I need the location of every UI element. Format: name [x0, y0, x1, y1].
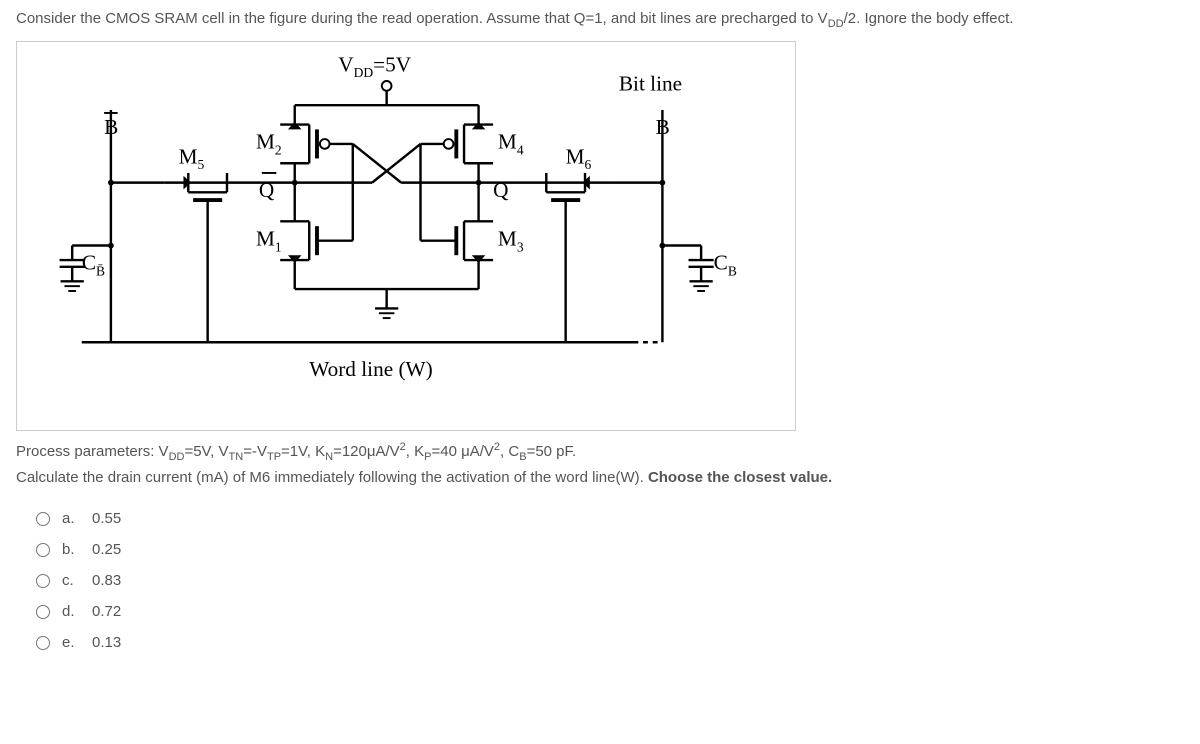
question-cont: /2. Ignore the body effect.: [844, 10, 1014, 27]
radio-e[interactable]: [36, 636, 50, 650]
option-a[interactable]: a. 0.55: [36, 510, 1184, 527]
m5-label: M5: [179, 144, 205, 172]
option-e[interactable]: e. 0.13: [36, 634, 1184, 651]
option-value-c: 0.83: [92, 572, 121, 589]
question-intro-text: Consider the CMOS SRAM cell in the figur…: [16, 10, 828, 27]
option-value-b: 0.25: [92, 541, 121, 558]
cbbar-label: CB̄: [82, 250, 105, 278]
vdd-node: [382, 81, 392, 91]
question-sub: DD: [828, 18, 844, 30]
option-letter-d: d.: [62, 603, 78, 620]
wordline-label: Word line (W): [309, 357, 432, 381]
circuit-svg: VDD=5V M2 M4 Q: [37, 52, 775, 410]
question-intro: Consider the CMOS SRAM cell in the figur…: [16, 8, 1184, 33]
option-letter-a: a.: [62, 510, 78, 527]
parameters-line1: Process parameters: VDD=5V, VTN=-VTP=1V,…: [16, 439, 1184, 467]
m1-label: M1: [256, 226, 282, 254]
options-list: a. 0.55 b. 0.25 c. 0.83 d. 0.72 e. 0.13: [36, 510, 1184, 651]
parameters: Process parameters: VDD=5V, VTN=-VTP=1V,…: [16, 439, 1184, 491]
option-value-e: 0.13: [92, 634, 121, 651]
option-value-a: 0.55: [92, 510, 121, 527]
vdd-text: VDD=5V: [338, 52, 412, 80]
m2-label: M2: [256, 129, 282, 157]
option-value-d: 0.72: [92, 603, 121, 620]
option-letter-b: b.: [62, 541, 78, 558]
option-d[interactable]: d. 0.72: [36, 603, 1184, 620]
option-letter-e: e.: [62, 634, 78, 651]
parameters-line2: Calculate the drain current (mA) of M6 i…: [16, 466, 1184, 490]
bitline-label: Bit line: [619, 71, 682, 95]
m3-label: M3: [498, 226, 524, 254]
m4-label: M4: [498, 129, 524, 157]
b-label: B: [656, 115, 670, 139]
radio-b[interactable]: [36, 543, 50, 557]
option-b[interactable]: b. 0.25: [36, 541, 1184, 558]
m6-label: M6: [566, 144, 592, 172]
radio-a[interactable]: [36, 512, 50, 526]
radio-c[interactable]: [36, 574, 50, 588]
option-c[interactable]: c. 0.83: [36, 572, 1184, 589]
circuit-figure: VDD=5V M2 M4 Q: [16, 41, 796, 431]
bbar-label: B: [104, 115, 118, 139]
radio-d[interactable]: [36, 605, 50, 619]
cb-label: CB: [714, 250, 737, 278]
option-letter-c: c.: [62, 572, 78, 589]
